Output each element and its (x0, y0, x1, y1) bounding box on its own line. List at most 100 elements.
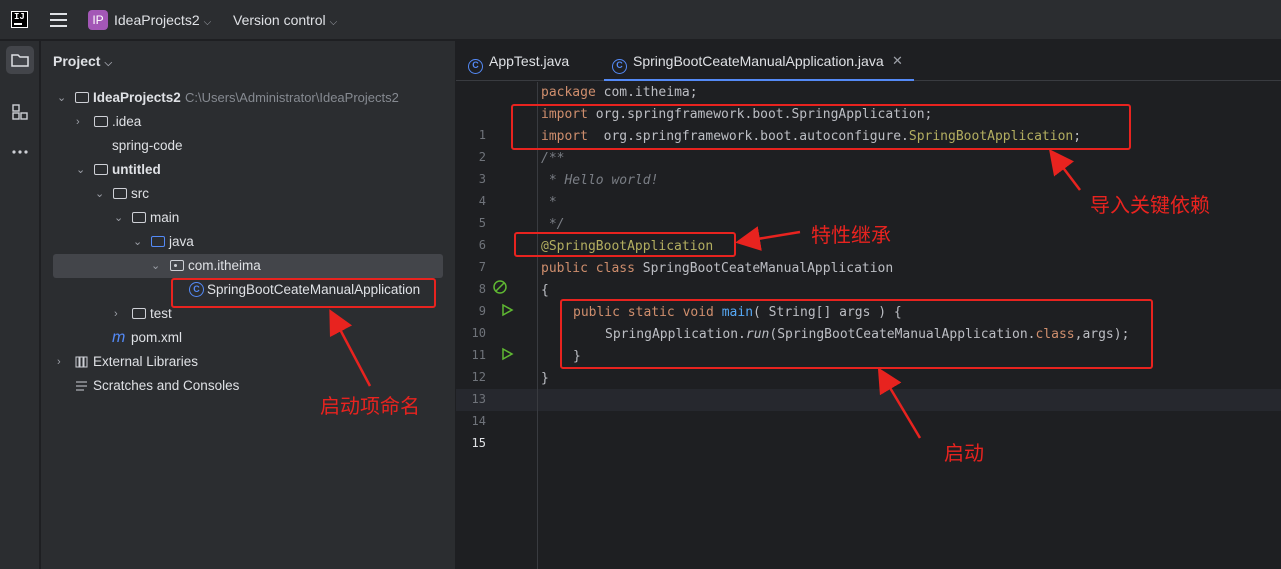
chevron-down-icon: ⌵ (329, 17, 338, 28)
more-dots-icon (12, 150, 28, 154)
line-number: 2 (478, 150, 486, 164)
imports-highlight-box (511, 104, 1131, 150)
package-icon (170, 260, 184, 271)
tree-item-label: test (150, 306, 172, 321)
chevron-down-icon: ⌄ (76, 164, 86, 176)
tree-item-untitled[interactable]: ⌄ untitled (41, 158, 456, 182)
tab-label: SpringBootCeateManualApplication.java (633, 53, 884, 69)
code-line: * Hello world! (541, 173, 659, 188)
vcs-label: Version control (233, 12, 326, 28)
chevron-down-icon: ⌵ (203, 17, 212, 28)
tree-item-src[interactable]: ⌄ src (41, 182, 456, 206)
intellij-logo-icon[interactable]: IJ (11, 11, 28, 28)
tree-item-label: main (150, 210, 180, 225)
line-number: 15 (471, 436, 486, 450)
chevron-right-icon: › (76, 116, 80, 128)
tab-main-class[interactable]: C SpringBootCeateManualApplication.java ✕ (604, 41, 914, 81)
line-number: 8 (478, 282, 486, 296)
folder-icon (132, 308, 146, 319)
tree-item-com-itheima[interactable]: ⌄ com.itheima (53, 254, 443, 278)
code-line: { (541, 283, 549, 298)
tree-item-label: pom.xml (131, 330, 183, 345)
run-icon[interactable] (500, 347, 514, 361)
folder-icon (11, 54, 29, 67)
line-number: 4 (478, 194, 486, 208)
project-selector[interactable]: IdeaProjects2 ⌵ (114, 12, 211, 28)
tree-item-label: IdeaProjects2 (93, 90, 181, 105)
line-number: 3 (478, 172, 486, 186)
annotation-note: 特性继承 (811, 223, 891, 247)
tree-item-ideaprojects2[interactable]: ⌄ IdeaProjects2 C:\Users\Administrator\I… (41, 86, 456, 110)
line-number: 14 (471, 414, 486, 428)
line-number: 5 (478, 216, 486, 230)
panel-title-label: Project (53, 53, 101, 69)
folder-icon (94, 164, 108, 175)
main-method-highlight-box (560, 299, 1153, 369)
folder-icon (113, 188, 127, 199)
tree-item-external-libraries[interactable]: › External Libraries (41, 350, 456, 374)
code-token: com.itheima; (595, 85, 698, 100)
main-menu-icon[interactable] (50, 13, 67, 27)
tree-item-idea[interactable]: › .idea (41, 110, 456, 134)
tree-item-label: java (169, 234, 194, 249)
version-control-menu[interactable]: Version control ⌵ (233, 12, 337, 28)
tool-window-strip (0, 41, 40, 569)
line-number: 9 (478, 304, 486, 318)
chevron-down-icon: ⌄ (151, 260, 161, 272)
structure-tool-button[interactable] (6, 98, 34, 126)
source-folder-icon (151, 236, 165, 247)
chevron-down-icon: ⌄ (57, 92, 67, 104)
classname-highlight-box (171, 278, 436, 308)
tree-item-label: com.itheima (188, 258, 261, 273)
folder-icon (132, 212, 146, 223)
annotation-highlight-box (514, 232, 736, 257)
tree-item-label: External Libraries (93, 354, 199, 369)
code-line: /** (541, 151, 565, 166)
chevron-right-icon: › (57, 356, 61, 368)
line-number: 1 (478, 128, 486, 142)
code-line: package com.itheima; (541, 82, 698, 104)
line-number: 6 (478, 238, 486, 252)
project-badge[interactable]: IP (88, 10, 108, 30)
more-tools-button[interactable] (6, 138, 34, 166)
code-token: SpringBootCeateManualApplication (634, 261, 894, 276)
logo-text: IJ (14, 12, 25, 22)
maven-icon: m (112, 329, 126, 346)
tree-item-java[interactable]: ⌄ java (41, 230, 456, 254)
chevron-down-icon: ⌄ (114, 212, 124, 224)
line-number: 7 (478, 260, 486, 274)
current-line-highlight (456, 389, 1281, 411)
tree-item-label: untitled (112, 162, 161, 177)
run-icon[interactable] (500, 303, 514, 317)
editor-gutter: 1 2 3 4 5 6 7 8 9 10 11 12 13 14 15 (456, 82, 538, 569)
folder-icon (94, 116, 108, 127)
tree-item-label: src (131, 186, 149, 201)
tree-item-label: Scratches and Consoles (93, 378, 240, 393)
chevron-down-icon: ⌵ (104, 58, 113, 69)
tab-apptest[interactable]: C AppTest.java (468, 41, 598, 81)
close-tab-icon[interactable]: ✕ (892, 41, 903, 81)
java-class-icon: C (612, 59, 627, 74)
chevron-right-icon: › (114, 308, 118, 320)
structure-icon (12, 104, 28, 120)
folder-icon (75, 92, 89, 103)
library-icon (75, 356, 88, 368)
spring-bean-icon[interactable] (492, 279, 508, 295)
code-line: * (541, 195, 557, 210)
panel-title[interactable]: Project ⌵ (53, 53, 112, 69)
line-number: 13 (471, 392, 486, 406)
tree-item-label: .idea (112, 114, 142, 129)
tree-item-pom[interactable]: m pom.xml (41, 326, 456, 350)
code-token: public class (541, 261, 635, 276)
line-number: 12 (471, 370, 486, 384)
scratches-icon (76, 381, 87, 391)
tree-item-label: spring-code (112, 138, 183, 153)
editor-tabs: C AppTest.java C SpringBootCeateManualAppl… (456, 41, 1281, 81)
code-line: } (541, 371, 549, 386)
line-number: 10 (471, 326, 486, 340)
main-note: 启动 (944, 441, 984, 465)
tree-item-main[interactable]: ⌄ main (41, 206, 456, 230)
classname-note: 启动项命名 (320, 394, 420, 418)
project-tool-button[interactable] (6, 46, 34, 74)
tree-item-spring-code[interactable]: spring-code (41, 134, 456, 158)
